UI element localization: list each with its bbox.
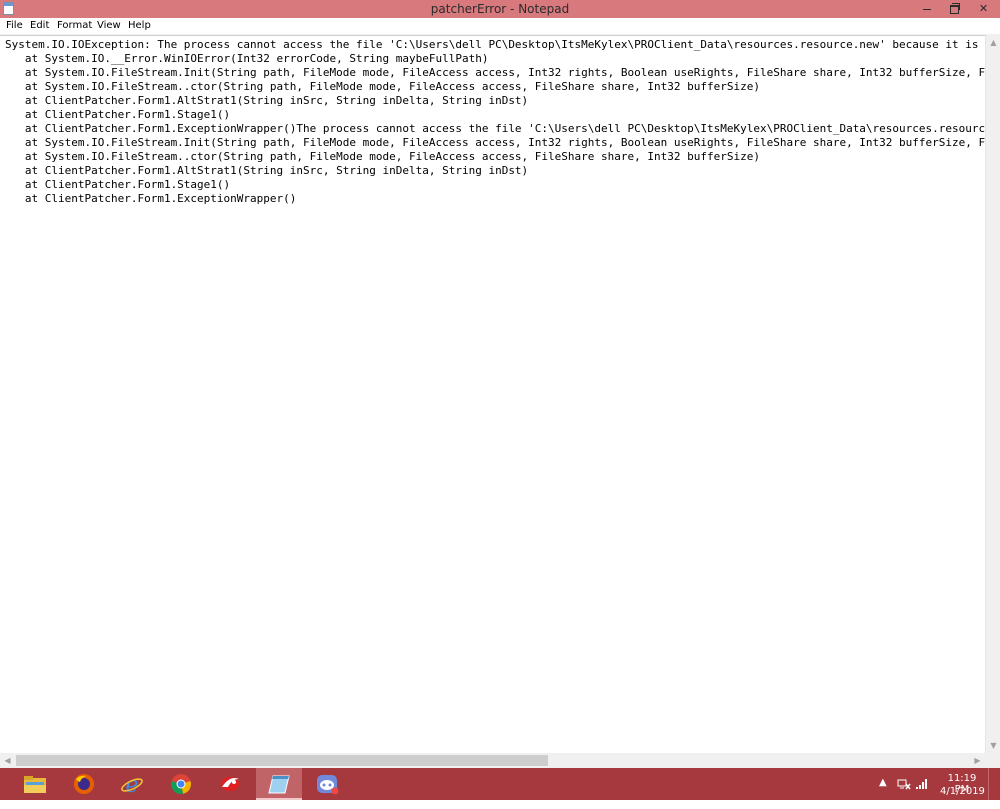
editor-line: at ClientPatcher.Form1.ExceptionWrapper(…: [5, 192, 297, 205]
horizontal-scrollbar[interactable]: ◀ ▶: [0, 753, 985, 768]
editor-line: at ClientPatcher.Form1.AltStrat1(String …: [5, 94, 529, 107]
network-disconnected-icon[interactable]: [897, 778, 911, 790]
minimize-icon: [923, 9, 931, 10]
editor-line: at System.IO.FileStream.Init(String path…: [24, 66, 985, 79]
file-explorer-icon: [24, 776, 46, 793]
editor-line: at System.IO.FileStream..ctor(String pat…: [5, 80, 760, 93]
clock-date[interactable]: 4/1/2019: [940, 786, 985, 797]
restore-icon: [950, 5, 959, 14]
menu-format[interactable]: Format: [55, 19, 94, 32]
taskbar-file-explorer[interactable]: [12, 768, 58, 800]
horizontal-scroll-thumb[interactable]: [16, 755, 548, 766]
title-bar[interactable]: patcherError - Notepad ✕: [0, 0, 1000, 18]
editor-line: at System.IO.FileStream..ctor(String pat…: [5, 150, 760, 163]
editor-line: at ClientPatcher.Form1.ExceptionWrapper(…: [5, 122, 985, 135]
window-title: patcherError - Notepad: [430, 2, 570, 16]
menu-view[interactable]: View: [95, 19, 123, 32]
menu-bar: File Edit Format View Help: [0, 18, 1000, 35]
menu-edit[interactable]: Edit: [28, 19, 51, 32]
editor-line: at System.IO.__Error.WinIOError(Int32 er…: [5, 52, 489, 65]
minimize-button[interactable]: [913, 0, 941, 18]
svg-text:e: e: [125, 773, 138, 795]
internet-explorer-icon: e: [121, 773, 143, 795]
close-button[interactable]: ✕: [967, 0, 1000, 18]
scroll-down-icon[interactable]: ▼: [986, 738, 1000, 753]
signal-strength-icon[interactable]: [915, 778, 929, 790]
scroll-right-icon[interactable]: ▶: [970, 753, 985, 768]
chrome-icon: [171, 774, 191, 794]
editor-line: at ClientPatcher.Form1.Stage1(): [5, 178, 231, 191]
text-editor[interactable]: System.IO.IOException: The process canno…: [0, 35, 985, 754]
scroll-up-icon[interactable]: ▲: [986, 35, 1000, 50]
close-icon: ✕: [978, 2, 989, 15]
menu-help[interactable]: Help: [126, 19, 153, 32]
taskbar-chrome[interactable]: [158, 768, 204, 800]
taskbar-notepad[interactable]: [256, 768, 302, 800]
vertical-scrollbar[interactable]: ▲ ▼: [985, 35, 1000, 753]
restore-button[interactable]: [940, 0, 968, 18]
notepad-window: patcherError - Notepad ✕ File Edit Forma…: [0, 0, 1000, 768]
editor-line: at ClientPatcher.Form1.AltStrat1(String …: [5, 164, 529, 177]
taskbar: e ▲ 11:19 PM 4/1/2019: [0, 768, 1000, 800]
taskbar-red-app[interactable]: [207, 768, 253, 800]
editor-line: at ClientPatcher.Form1.Stage1(): [5, 108, 231, 121]
show-desktop-button[interactable]: [988, 768, 1000, 800]
red-app-icon: [221, 777, 239, 791]
editor-line: System.IO.IOException: The process canno…: [5, 38, 979, 51]
editor-line: at System.IO.FileStream.Init(String path…: [24, 136, 985, 149]
scroll-left-icon[interactable]: ◀: [0, 753, 15, 768]
editor-content[interactable]: System.IO.IOException: The process canno…: [5, 38, 985, 206]
scrollbar-corner: [985, 753, 1000, 768]
tray-overflow-chevron-icon[interactable]: ▲: [879, 777, 887, 809]
discord-icon: [317, 775, 339, 795]
taskbar-internet-explorer[interactable]: e: [109, 768, 155, 800]
notepad-icon: [268, 775, 290, 794]
taskbar-discord[interactable]: [304, 768, 350, 800]
firefox-icon: [74, 774, 94, 794]
menu-file[interactable]: File: [4, 19, 25, 32]
taskbar-firefox[interactable]: [61, 768, 107, 800]
